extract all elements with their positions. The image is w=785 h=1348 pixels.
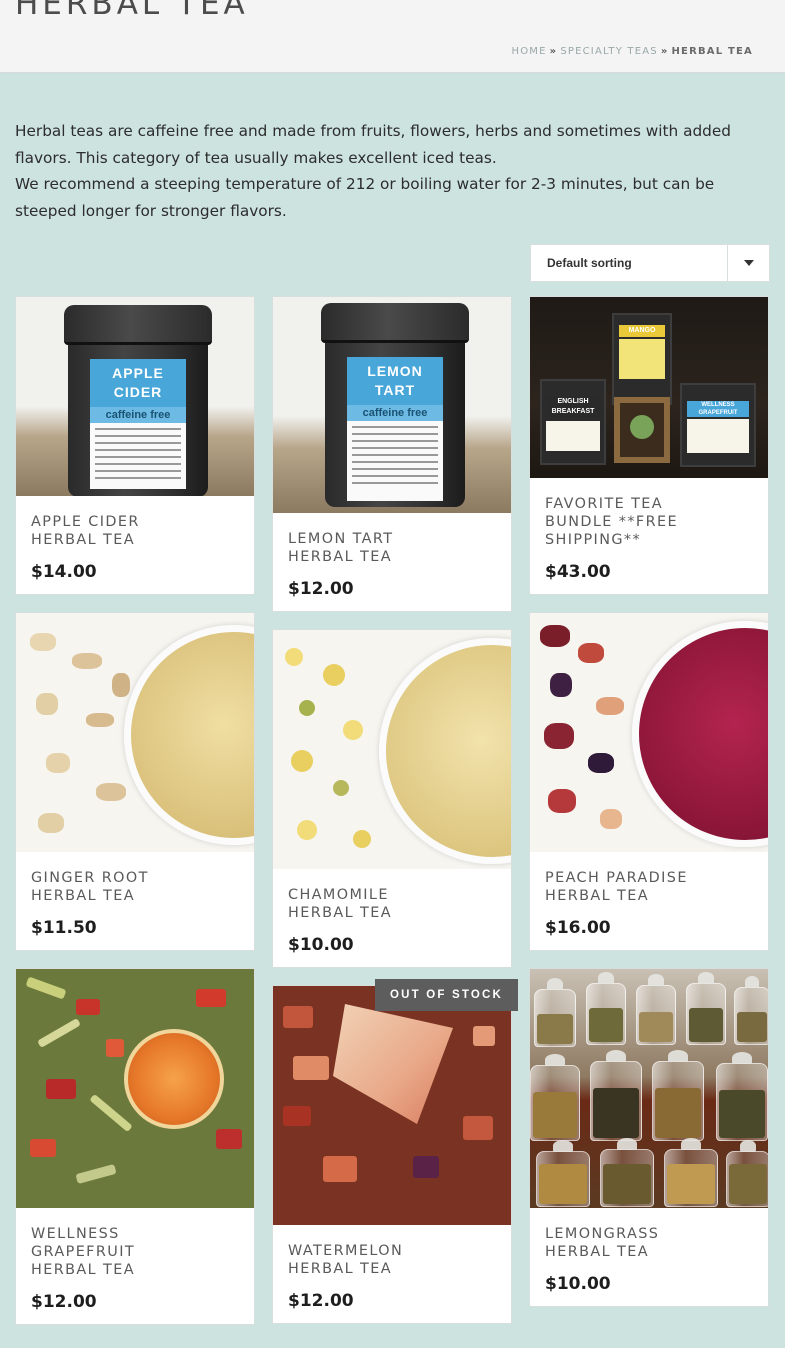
description-paragraph-1: Herbal teas are caffeine free and made f… <box>15 122 732 167</box>
product-image-favorite-tea-bundle[interactable]: MANGO ENGLISH BREAKFAST WELLNESS GRAPEFR… <box>530 297 768 478</box>
product-title[interactable]: CHAMOMILE HERBAL TEA <box>288 886 453 922</box>
product-price: $14.00 <box>31 562 97 582</box>
product-title[interactable]: WELLNESS GRAPEFRUIT HERBAL TEA <box>31 1225 196 1279</box>
product-card-watermelon[interactable]: OUT OF STOCK WATERMELON HERBAL TEA $12.0… <box>272 979 518 1324</box>
tea-cup <box>124 625 254 845</box>
breadcrumb-home-link[interactable]: HOME <box>512 46 547 57</box>
tea-tin: LEMON TART caffeine free <box>321 303 469 507</box>
product-image-chamomile[interactable] <box>273 630 511 869</box>
product-card-chamomile[interactable]: CHAMOMILE HERBAL TEA $10.00 <box>272 629 512 968</box>
product-image-wellness-grapefruit[interactable] <box>16 969 254 1208</box>
dried-watermelon-slice <box>333 1004 453 1124</box>
product-image-watermelon[interactable] <box>273 986 511 1225</box>
product-image-peach-paradise[interactable] <box>530 613 768 852</box>
dried-citrus-slice <box>124 1029 224 1129</box>
product-card-ginger-root[interactable]: GINGER ROOT HERBAL TEA $11.50 <box>15 612 255 951</box>
breadcrumb-separator: » <box>660 46 669 57</box>
breadcrumb: HOME» SPECIALTY TEAS» HERBAL TEA <box>512 46 753 57</box>
breadcrumb-specialty-teas-link[interactable]: SPECIALTY TEAS <box>560 46 657 57</box>
product-price: $10.00 <box>288 935 354 955</box>
product-price: $12.00 <box>288 1291 354 1311</box>
product-title[interactable]: APPLE CIDER HERBAL TEA <box>31 513 196 549</box>
tea-tin: APPLE CIDER caffeine free <box>64 305 212 496</box>
product-image-ginger-root[interactable] <box>16 613 254 852</box>
product-title[interactable]: LEMON TART HERBAL TEA <box>288 530 453 566</box>
product-title[interactable]: GINGER ROOT HERBAL TEA <box>31 869 196 905</box>
product-card-wellness-grapefruit[interactable]: WELLNESS GRAPEFRUIT HERBAL TEA $12.00 <box>15 968 255 1325</box>
product-card-favorite-tea-bundle[interactable]: MANGO ENGLISH BREAKFAST WELLNESS GRAPEFR… <box>529 296 769 595</box>
product-card-peach-paradise[interactable]: PEACH PARADISE HERBAL TEA $16.00 <box>529 612 769 951</box>
sort-select[interactable]: Default sorting <box>530 244 770 282</box>
category-description: Herbal teas are caffeine free and made f… <box>15 118 775 224</box>
product-title[interactable]: LEMONGRASS HERBAL TEA <box>545 1225 710 1261</box>
breadcrumb-separator: » <box>549 46 558 57</box>
tea-cup <box>632 621 768 847</box>
product-price: $12.00 <box>31 1292 97 1312</box>
product-price: $12.00 <box>288 579 354 599</box>
out-of-stock-badge: OUT OF STOCK <box>375 979 518 1011</box>
product-image-lemongrass[interactable] <box>530 969 768 1208</box>
page-title: HERBAL TEA <box>15 0 249 22</box>
product-image-lemon-tart[interactable]: LEMON TART caffeine free <box>273 297 511 513</box>
product-image-apple-cider[interactable]: APPLE CIDER caffeine free <box>16 297 254 496</box>
product-card-lemongrass[interactable]: LEMONGRASS HERBAL TEA $10.00 <box>529 968 769 1307</box>
product-card-apple-cider[interactable]: APPLE CIDER caffeine free APPLE CIDER HER… <box>15 296 255 595</box>
product-price: $16.00 <box>545 918 611 938</box>
description-paragraph-2: We recommend a steeping temperature of 2… <box>15 175 715 220</box>
product-card-lemon-tart[interactable]: LEMON TART caffeine free LEMON TART HERBA… <box>272 296 512 612</box>
breadcrumb-current: HERBAL TEA <box>671 46 753 57</box>
page-header: HERBAL TEA HOME» SPECIALTY TEAS» HERBAL TE… <box>0 0 785 73</box>
succulent-planter <box>614 397 670 463</box>
chevron-down-icon[interactable] <box>727 245 769 281</box>
product-title[interactable]: PEACH PARADISE HERBAL TEA <box>545 869 710 905</box>
product-price: $10.00 <box>545 1274 611 1294</box>
product-title[interactable]: FAVORITE TEA BUNDLE **FREE SHIPPING** <box>545 495 710 549</box>
product-price: $43.00 <box>545 562 611 582</box>
product-title[interactable]: WATERMELON HERBAL TEA <box>288 1242 453 1278</box>
product-price: $11.50 <box>31 918 97 938</box>
sort-select-value: Default sorting <box>547 256 632 270</box>
tea-cup <box>379 638 511 864</box>
